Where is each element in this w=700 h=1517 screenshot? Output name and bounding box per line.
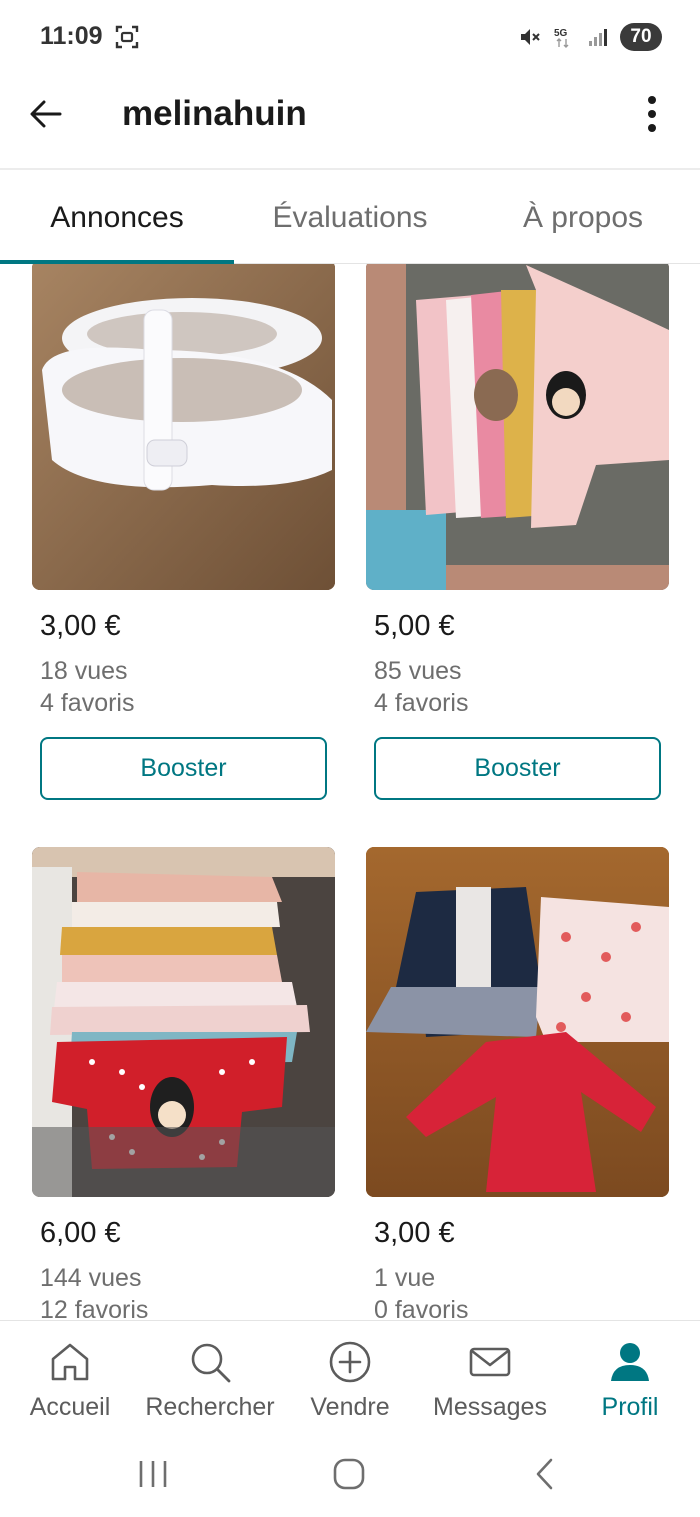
nav-label: Messages xyxy=(433,1393,547,1421)
profile-tabs: Annonces Évaluations À propos xyxy=(0,172,700,264)
listing-price: 3,00 € xyxy=(374,1217,455,1249)
listing-card[interactable]: 3,00 € 18 vues 4 favoris Booster xyxy=(32,264,335,800)
app-bar: melinahuin xyxy=(0,74,700,170)
listing-views: 18 vues xyxy=(40,657,128,685)
listing-card[interactable]: 5,00 € 85 vues 4 favoris Booster xyxy=(366,264,669,800)
home-circle-icon xyxy=(333,1458,365,1490)
listing-photo[interactable] xyxy=(366,847,669,1197)
5g-icon: 5G xyxy=(554,28,569,48)
nav-label: Profil xyxy=(601,1393,659,1421)
more-options-button[interactable] xyxy=(628,90,676,138)
listing-favorites: 12 favoris xyxy=(40,1296,149,1320)
signal-icon xyxy=(589,29,607,46)
tab-evaluations[interactable]: Évaluations xyxy=(234,172,466,264)
recents-button[interactable] xyxy=(123,1452,183,1496)
listing-price: 5,00 € xyxy=(374,610,455,642)
bottom-navigation: Accueil Rechercher Vendre Messages Profi… xyxy=(0,1320,700,1438)
recents-icon xyxy=(139,1461,167,1487)
status-time: 11:09 xyxy=(40,22,103,50)
back-chevron-icon xyxy=(536,1458,553,1490)
system-back-button[interactable] xyxy=(515,1452,575,1496)
search-icon xyxy=(191,1343,231,1383)
nav-profil[interactable]: Profil xyxy=(560,1321,700,1439)
system-navigation xyxy=(0,1438,700,1517)
tab-annonces[interactable]: Annonces xyxy=(0,172,234,264)
battery-icon: 70 xyxy=(620,23,662,51)
listing-views: 144 vues xyxy=(40,1264,142,1292)
back-button[interactable] xyxy=(22,90,70,138)
tab-a-propos[interactable]: À propos xyxy=(466,172,700,264)
profile-icon xyxy=(611,1343,649,1381)
listing-price: 3,00 € xyxy=(40,610,121,642)
add-circle-icon xyxy=(329,1341,371,1383)
listings-grid: 3,00 € 18 vues 4 favoris Booster 5,00 € … xyxy=(0,264,700,1320)
nav-rechercher[interactable]: Rechercher xyxy=(140,1321,280,1439)
svg-text:5G: 5G xyxy=(554,28,568,39)
nav-label: Rechercher xyxy=(145,1393,275,1421)
home-icon xyxy=(51,1343,89,1381)
more-vertical-icon xyxy=(648,96,656,132)
page-title: melinahuin xyxy=(122,94,307,133)
listing-views: 1 vue xyxy=(374,1264,436,1292)
listing-favorites: 4 favoris xyxy=(40,689,135,717)
boost-button[interactable]: Booster xyxy=(374,737,661,800)
listing-photo[interactable] xyxy=(32,264,335,590)
nav-label: Accueil xyxy=(29,1393,111,1421)
listing-card[interactable]: 6,00 € 144 vues 12 favoris xyxy=(32,847,335,1320)
listing-views: 85 vues xyxy=(374,657,462,685)
mail-icon xyxy=(469,1347,511,1377)
listing-favorites: 4 favoris xyxy=(374,689,469,717)
listing-photo[interactable] xyxy=(32,847,335,1197)
listing-card[interactable]: 3,00 € 1 vue 0 favoris xyxy=(366,847,669,1320)
nav-messages[interactable]: Messages xyxy=(420,1321,560,1439)
listing-photo[interactable] xyxy=(366,264,669,590)
mute-icon xyxy=(521,29,540,45)
nav-accueil[interactable]: Accueil xyxy=(0,1321,140,1439)
listing-price: 6,00 € xyxy=(40,1217,121,1249)
screenshot-icon xyxy=(115,25,139,49)
status-bar: 11:09 5G 70 xyxy=(0,0,700,74)
nav-label: Vendre xyxy=(310,1393,390,1421)
nav-vendre[interactable]: Vendre xyxy=(280,1321,420,1439)
listing-favorites: 0 favoris xyxy=(374,1296,469,1320)
system-home-button[interactable] xyxy=(319,1452,379,1496)
boost-button[interactable]: Booster xyxy=(40,737,327,800)
back-arrow-icon xyxy=(30,100,62,128)
